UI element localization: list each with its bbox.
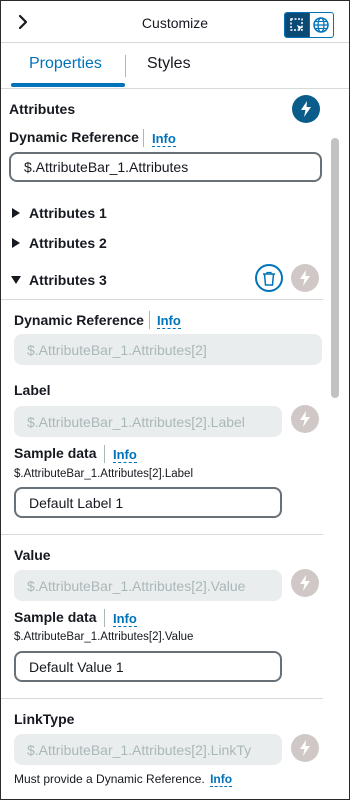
caret-right-icon[interactable] bbox=[12, 208, 20, 218]
tab-styles[interactable]: Styles bbox=[147, 55, 191, 73]
attr3-dynamic-reference-input: $.AttributeBar_1.Attributes[2] bbox=[14, 334, 322, 365]
active-tab-indicator bbox=[11, 83, 125, 87]
select-region-button[interactable] bbox=[285, 13, 309, 37]
view-toggle-group bbox=[284, 12, 334, 38]
label-heading: Label bbox=[14, 382, 51, 398]
tab-bar: Properties Styles bbox=[1, 43, 349, 89]
attr3-dynamic-reference-label: Dynamic Reference bbox=[14, 312, 144, 328]
dynamic-reference-info-link[interactable]: Info bbox=[152, 131, 176, 147]
label-input: $.AttributeBar_1.Attributes[2].Label bbox=[14, 406, 282, 437]
linktype-input: $.AttributeBar_1.Attributes[2].LinkTy bbox=[14, 734, 282, 765]
linktype-info-link[interactable]: Info bbox=[210, 772, 233, 787]
dynamic-reference-label: Dynamic Reference bbox=[9, 129, 139, 145]
attributes-bolt-button[interactable] bbox=[292, 95, 320, 123]
value-sample-data-heading: Sample data bbox=[14, 609, 97, 625]
tab-divider bbox=[125, 55, 126, 77]
section-divider bbox=[1, 299, 323, 300]
label-bolt-button[interactable] bbox=[291, 405, 319, 433]
attributes-3-toggle[interactable]: Attributes 3 bbox=[29, 272, 107, 288]
delete-attribute-button[interactable] bbox=[255, 264, 283, 292]
attributes-heading: Attributes bbox=[9, 101, 76, 117]
label-divider bbox=[104, 609, 105, 627]
label-divider bbox=[104, 445, 105, 463]
bolt-icon bbox=[300, 575, 310, 591]
value-sample-info-link[interactable]: Info bbox=[113, 611, 137, 627]
bolt-icon bbox=[300, 411, 310, 427]
section-divider bbox=[1, 698, 323, 699]
value-sample-path: $.AttributeBar_1.Attributes[2].Value bbox=[14, 631, 194, 643]
attributes-1-toggle[interactable]: Attributes 1 bbox=[29, 205, 107, 221]
caret-right-icon[interactable] bbox=[12, 238, 20, 248]
label-sample-input[interactable]: Default Label 1 bbox=[14, 487, 282, 518]
globe-button[interactable] bbox=[308, 13, 333, 37]
value-heading: Value bbox=[14, 547, 51, 563]
linktype-heading: LinkType bbox=[14, 711, 75, 727]
label-sample-path: $.AttributeBar_1.Attributes[2].Label bbox=[14, 468, 193, 480]
label-divider bbox=[143, 129, 144, 147]
bolt-icon bbox=[301, 101, 311, 117]
label-divider bbox=[149, 311, 150, 329]
bolt-icon bbox=[300, 270, 310, 286]
value-input: $.AttributeBar_1.Attributes[2].Value bbox=[14, 570, 282, 601]
tab-properties[interactable]: Properties bbox=[29, 55, 102, 73]
panel-header: Customize bbox=[1, 1, 349, 43]
linktype-constraint-note: Must provide a Dynamic Reference. Info bbox=[14, 772, 233, 787]
value-bolt-button[interactable] bbox=[291, 569, 319, 597]
attr3-dynamic-reference-info-link[interactable]: Info bbox=[157, 313, 181, 329]
caret-down-icon[interactable] bbox=[11, 276, 21, 284]
select-region-icon bbox=[290, 18, 303, 31]
value-sample-input[interactable]: Default Value 1 bbox=[14, 651, 282, 682]
dynamic-reference-input[interactable]: $.AttributeBar_1.Attributes bbox=[9, 152, 322, 182]
customize-panel: Customize Properties Styles Attributes D… bbox=[0, 0, 350, 800]
linktype-note-text: Must provide a Dynamic Reference. bbox=[14, 772, 205, 786]
label-sample-data-heading: Sample data bbox=[14, 445, 97, 461]
globe-icon bbox=[313, 17, 330, 33]
scrollbar-thumb[interactable] bbox=[331, 138, 339, 398]
attributes-3-bolt-button[interactable] bbox=[291, 264, 319, 292]
trash-icon bbox=[263, 271, 275, 286]
bolt-icon bbox=[300, 740, 310, 756]
attributes-2-toggle[interactable]: Attributes 2 bbox=[29, 235, 107, 251]
label-sample-info-link[interactable]: Info bbox=[113, 447, 137, 463]
linktype-bolt-button[interactable] bbox=[291, 734, 319, 762]
section-divider bbox=[1, 534, 323, 535]
